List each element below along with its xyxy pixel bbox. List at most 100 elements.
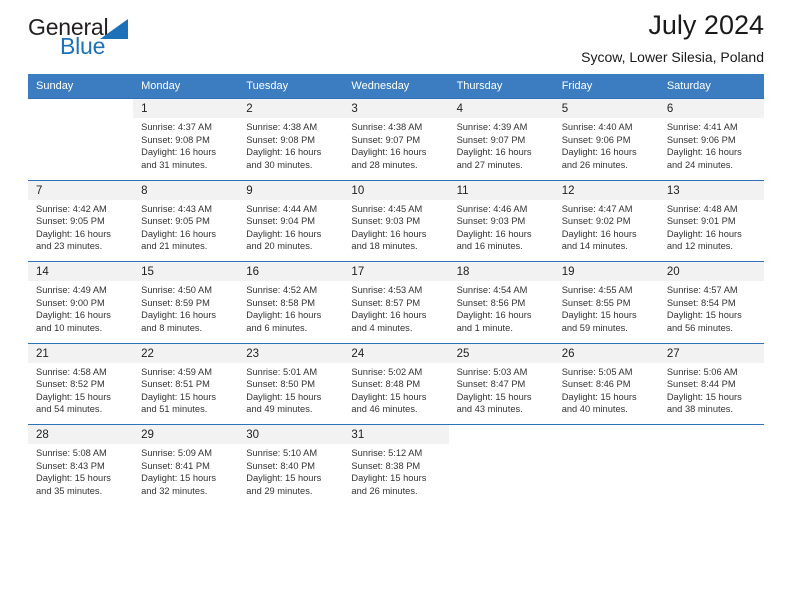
day-cell: Sunrise: 4:52 AM Sunset: 8:58 PM Dayligh… [238,281,344,343]
sunrise-text: Sunrise: 5:06 AM [666,366,738,377]
day-number[interactable]: 13 [658,179,764,200]
day-cell: Sunrise: 5:06 AM Sunset: 8:44 PM Dayligh… [658,362,764,425]
sunrise-text: Sunrise: 5:01 AM [246,366,318,377]
sunrise-text: Sunrise: 5:09 AM [141,448,212,458]
day-number[interactable]: 14 [28,261,134,281]
day-number[interactable]: 23 [238,342,344,363]
day-number[interactable]: 25 [448,342,554,363]
daylight-text-cont: and 54 minutes. [36,404,103,415]
daylight-text-cont: and 6 minutes. [246,322,308,333]
day-number[interactable]: 16 [238,261,344,281]
daylight-text-cont: and 49 minutes. [246,404,313,415]
daylight-text: Daylight: 15 hours [141,473,217,484]
day-cell: Sunrise: 4:38 AM Sunset: 9:07 PM Dayligh… [343,118,449,180]
daylight-text: Daylight: 15 hours [246,473,322,484]
weekday-header-friday: Friday [553,74,659,99]
daylight-text: Daylight: 15 hours [36,473,111,484]
day-cell: Sunrise: 4:47 AM Sunset: 9:02 PM Dayligh… [553,199,659,262]
sunrise-text: Sunrise: 4:42 AM [36,203,107,214]
day-number[interactable]: 29 [133,424,239,444]
day-cell [28,118,134,180]
daylight-text: Daylight: 15 hours [351,391,427,402]
daylight-text: Daylight: 16 hours [246,310,322,321]
calendar-page: General Blue July 2024 Sycow, Lower Sile… [0,0,792,612]
daylight-text: Daylight: 16 hours [351,228,427,239]
day-number[interactable]: 4 [448,98,554,118]
sunset-text: Sunset: 8:58 PM [246,297,316,308]
day-number[interactable]: 21 [28,342,134,363]
day-number [448,424,554,444]
day-cell: Sunrise: 4:57 AM Sunset: 8:54 PM Dayligh… [658,281,764,343]
daylight-text-cont: and 26 minutes. [561,159,628,170]
day-number[interactable]: 10 [343,179,449,200]
daylight-text-cont: and 18 minutes. [351,241,418,252]
weekday-header-wednesday: Wednesday [343,74,449,99]
daylight-text-cont: and 12 minutes. [666,241,733,252]
title-block: July 2024 Sycow, Lower Silesia, Poland [581,8,764,68]
daylight-text: Daylight: 16 hours [456,147,532,158]
day-cell: Sunrise: 4:54 AM Sunset: 8:56 PM Dayligh… [448,281,554,343]
day-number[interactable]: 24 [343,342,449,363]
sunset-text: Sunset: 8:40 PM [246,460,316,471]
daylight-text-cont: and 28 minutes. [351,159,418,170]
day-number[interactable]: 31 [343,424,449,444]
day-number[interactable]: 1 [133,98,239,118]
day-number[interactable]: 17 [343,261,449,281]
sunset-text: Sunset: 9:06 PM [666,134,736,145]
weekday-header-thursday: Thursday [448,74,554,99]
day-number[interactable]: 30 [238,424,344,444]
day-number[interactable]: 20 [658,261,764,281]
day-number[interactable]: 18 [448,261,554,281]
day-number[interactable]: 5 [553,98,659,118]
day-number [658,424,764,444]
daylight-text-cont: and 56 minutes. [666,322,733,333]
day-number[interactable]: 26 [553,342,659,363]
sunrise-text: Sunrise: 4:40 AM [561,122,633,132]
day-cell: Sunrise: 5:08 AM Sunset: 8:43 PM Dayligh… [28,444,134,506]
sunrise-text: Sunrise: 5:02 AM [351,366,423,377]
day-number[interactable]: 3 [343,98,449,118]
daylight-text-cont: and 46 minutes. [351,404,418,415]
daylight-text: Daylight: 16 hours [246,228,322,239]
sunset-text: Sunset: 8:56 PM [456,297,526,308]
day-number[interactable]: 8 [133,179,239,200]
day-number[interactable]: 22 [133,342,239,363]
day-number [553,424,659,444]
page-header: General Blue July 2024 Sycow, Lower Sile… [28,0,764,74]
brand-logo[interactable]: General Blue [28,14,178,66]
day-number[interactable]: 11 [448,179,554,200]
sunrise-text: Sunrise: 4:58 AM [36,366,107,377]
day-number[interactable]: 15 [133,261,239,281]
sunrise-text: Sunrise: 4:46 AM [456,203,528,214]
sunset-text: Sunset: 9:06 PM [561,134,631,145]
sunset-text: Sunset: 9:02 PM [561,216,631,227]
day-number[interactable]: 27 [658,342,764,363]
sunset-text: Sunset: 8:44 PM [666,379,736,390]
daylight-text-cont: and 4 minutes. [351,322,413,333]
daylight-text-cont: and 23 minutes. [36,241,103,252]
sunset-text: Sunset: 9:05 PM [141,216,210,227]
sunrise-text: Sunrise: 4:48 AM [666,203,738,214]
day-cell: Sunrise: 4:45 AM Sunset: 9:03 PM Dayligh… [343,199,449,262]
day-number[interactable]: 6 [658,98,764,118]
day-number[interactable]: 12 [553,179,659,200]
daylight-text: Daylight: 16 hours [36,310,111,321]
sunset-text: Sunset: 8:43 PM [36,460,105,471]
sunset-text: Sunset: 8:59 PM [141,297,210,308]
daylight-text-cont: and 51 minutes. [141,404,208,415]
day-number[interactable]: 9 [238,179,344,200]
day-number [28,98,134,118]
sunrise-text: Sunrise: 4:54 AM [456,285,528,295]
day-number[interactable]: 28 [28,424,134,444]
weekday-header-tuesday: Tuesday [238,74,344,99]
day-number[interactable]: 19 [553,261,659,281]
day-number[interactable]: 7 [28,179,134,200]
day-detail-row: Sunrise: 4:49 AM Sunset: 9:00 PM Dayligh… [28,281,764,343]
day-number-row: 28 29 30 31 [28,424,764,444]
day-number[interactable]: 2 [238,98,344,118]
daylight-text: Daylight: 16 hours [351,147,427,158]
sunrise-text: Sunrise: 4:52 AM [246,285,318,295]
day-number-row: 7 8 9 10 11 12 13 [28,179,764,200]
page-title: July 2024 [648,10,764,40]
daylight-text: Daylight: 15 hours [36,391,111,402]
